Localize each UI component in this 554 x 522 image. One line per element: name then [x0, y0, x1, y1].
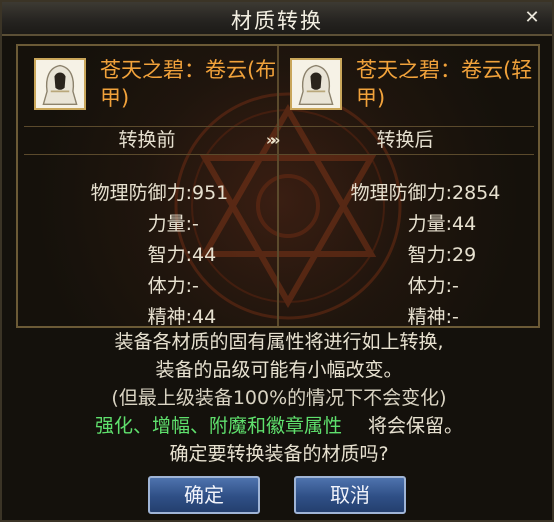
stat-label: 精神:: [147, 306, 192, 328]
panel-corner: [530, 318, 538, 326]
description-line: 装备各材质的固有属性将进行如上转换,: [114, 331, 444, 353]
stat-row: 精神:-: [280, 302, 530, 328]
confirm-button[interactable]: 确定: [148, 476, 260, 514]
stat-value: -: [452, 306, 459, 328]
row-divider: [24, 126, 534, 127]
stat-value: 44: [192, 306, 217, 328]
stat-value: 44: [192, 244, 217, 266]
stat-label: 物理防御力:: [90, 182, 192, 204]
description-note: (但最上级装备100%的情况下不会变化): [111, 387, 447, 409]
title-bar: 材质转换 ✕: [2, 2, 552, 36]
stat-label: 体力:: [407, 275, 452, 297]
stat-row: 体力:-: [280, 271, 530, 302]
stat-row: 智力:29: [280, 240, 530, 271]
stat-row: 力量:44: [280, 209, 530, 240]
stat-value: 2854: [452, 182, 501, 204]
conversion-panel: 苍天之碧：卷云(布甲) 苍天之碧：卷云(轻甲) 转换前 »» 转换后 物理防御力…: [16, 44, 540, 328]
cancel-button[interactable]: 取消: [294, 476, 406, 514]
description-preserved: 强化、增幅、附魔和徽章属性 将会保留。: [2, 412, 554, 440]
stat-label: 力量:: [147, 213, 192, 235]
stat-label: 体力:: [147, 275, 192, 297]
stat-row: 体力:-: [22, 271, 272, 302]
stats-after: 物理防御力:2854 力量:44 智力:29 体力:- 精神:-: [280, 178, 530, 328]
hooded-robe-icon[interactable]: [34, 58, 86, 110]
stat-value: -: [192, 213, 199, 235]
hooded-robe-icon[interactable]: [290, 58, 342, 110]
stat-row: 力量:-: [22, 209, 272, 240]
row-divider: [24, 154, 534, 155]
stat-label: 智力:: [407, 244, 452, 266]
item-after: 苍天之碧：卷云(轻甲): [290, 54, 538, 120]
panel-corner: [530, 46, 538, 54]
preserved-suffix: 将会保留。: [368, 415, 464, 437]
description-line: 装备的品级可能有小幅改变。: [155, 359, 403, 381]
stat-value: 44: [452, 213, 477, 235]
item-name-after: 苍天之碧：卷云(轻甲): [356, 58, 533, 110]
preserved-attributes: 强化、增幅、附魔和徽章属性: [94, 415, 342, 437]
material-conversion-dialog: 材质转换 ✕ 苍天之碧：卷云(布甲) 苍天之碧：卷云(轻甲) 转换前 »» 转换…: [0, 0, 554, 522]
stat-row: 物理防御力:2854: [280, 178, 530, 209]
before-header: 转换前: [118, 129, 176, 151]
confirm-question: 确定要转换装备的材质吗?: [169, 443, 389, 465]
stat-label: 精神:: [407, 306, 452, 328]
panel-corner: [18, 46, 26, 54]
stat-value: 29: [452, 244, 477, 266]
stat-label: 智力:: [147, 244, 192, 266]
stat-value: 951: [192, 182, 229, 204]
stat-label: 物理防御力:: [350, 182, 452, 204]
item-name-before: 苍天之碧：卷云(布甲): [100, 58, 277, 110]
stat-label: 力量:: [407, 213, 452, 235]
after-header: 转换后: [376, 129, 434, 151]
stat-value: -: [192, 275, 199, 297]
stats-before: 物理防御力:951 力量:- 智力:44 体力:- 精神:44: [22, 178, 272, 328]
close-icon[interactable]: ✕: [520, 7, 544, 29]
stat-row: 智力:44: [22, 240, 272, 271]
stat-row: 精神:44: [22, 302, 272, 328]
item-before: 苍天之碧：卷云(布甲): [34, 54, 284, 120]
dialog-title: 材质转换: [231, 9, 323, 33]
stat-row: 物理防御力:951: [22, 178, 272, 209]
stat-value: -: [452, 275, 459, 297]
